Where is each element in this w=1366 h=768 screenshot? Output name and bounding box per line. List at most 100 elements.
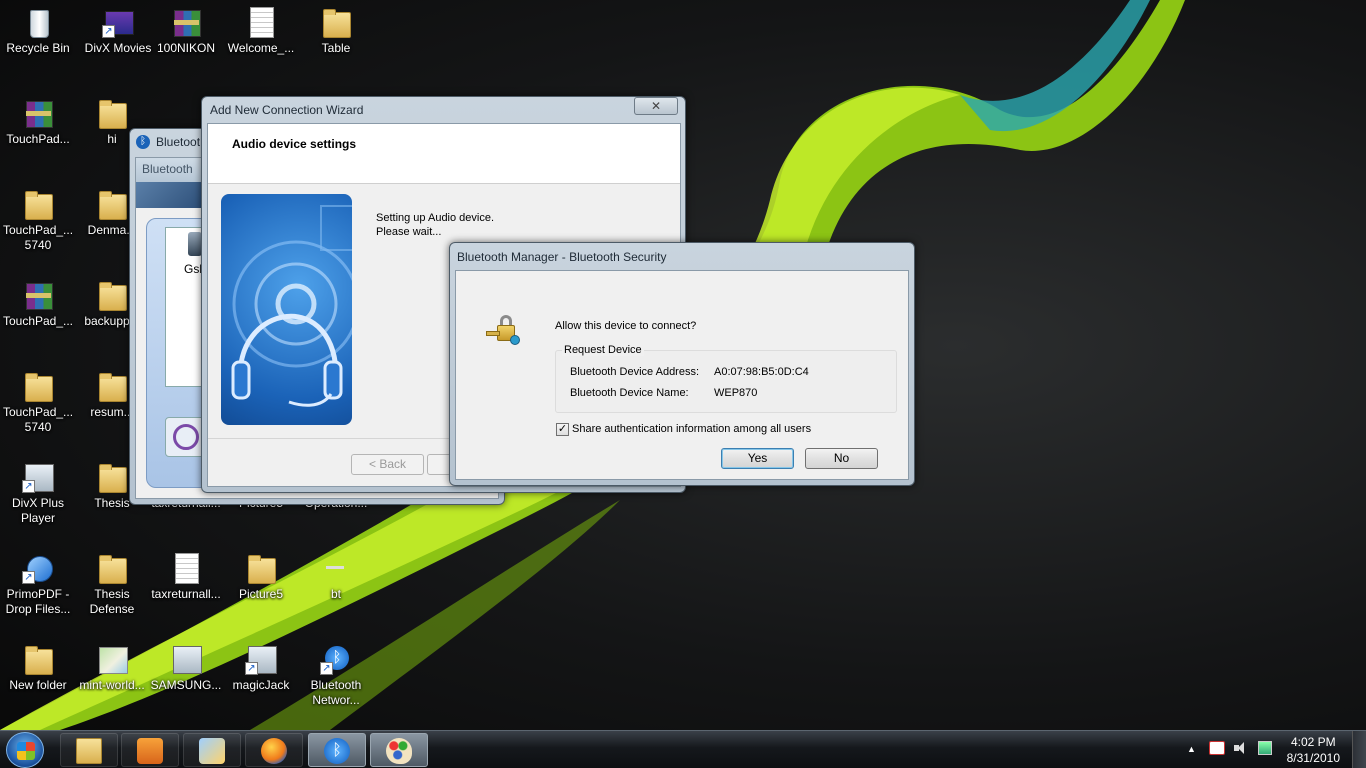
desktop-icon-divx-plus-player[interactable]: DivX Plus Player xyxy=(0,461,76,526)
desktop-icon-label: TouchPad_... 5740 xyxy=(3,405,74,434)
gmail-notifier-icon[interactable] xyxy=(1209,741,1225,755)
allow-question: Allow this device to connect? xyxy=(555,320,697,332)
divx-movies-icon xyxy=(102,6,134,38)
name-value: WEP870 xyxy=(714,387,758,399)
desktop-icon-recycle-bin[interactable]: Recycle Bin xyxy=(0,6,76,56)
desktop-icon-label: Bluetooth Networ... xyxy=(310,678,362,707)
folder-icon xyxy=(96,97,128,129)
desktop-icon-label: Picture5 xyxy=(238,587,284,601)
desktop-icon-touchpad-5740-a[interactable]: TouchPad_... 5740 xyxy=(0,188,76,253)
desktop-icon-label: taxreturnall... xyxy=(151,587,221,601)
desktop-icon-label: Thesis Defense xyxy=(89,587,135,616)
security-dialog[interactable]: Bluetooth Manager - Bluetooth Security A… xyxy=(449,242,915,486)
lock-key-icon xyxy=(486,313,522,349)
windows-logo-icon xyxy=(17,742,35,760)
name-label: Bluetooth Device Name: xyxy=(570,387,689,399)
clock[interactable]: 4:02 PM 8/31/2010 xyxy=(1287,734,1340,766)
desktop-icon-label: PrimoPDF - Drop Files... xyxy=(5,587,71,616)
desktop-icon-thesis-defense[interactable]: Thesis Defense xyxy=(74,552,150,617)
folder-icon xyxy=(22,370,54,402)
wizard-close-button[interactable]: ✕ xyxy=(634,97,678,115)
explorer-icon xyxy=(76,738,102,764)
desktop-icon-primopdf[interactable]: PrimoPDF - Drop Files... xyxy=(0,552,76,617)
address-value: A0:07:98:B5:0D:C4 xyxy=(714,366,809,378)
paint-palette-icon xyxy=(386,738,412,764)
no-button[interactable]: No xyxy=(805,448,878,469)
desktop-icon-samsung[interactable]: SAMSUNG... xyxy=(148,643,224,693)
desktop-icon-label: 100NIKON xyxy=(156,41,216,55)
device-icon xyxy=(188,232,202,256)
request-device-label: Request Device xyxy=(562,344,644,356)
desktop-icon-bt[interactable]: bt xyxy=(298,552,374,602)
show-desktop-button[interactable] xyxy=(1352,731,1366,768)
document-icon xyxy=(170,552,202,584)
share-checkbox-label[interactable]: Share authentication information among a… xyxy=(572,423,811,435)
tray-expand-arrow[interactable]: ▲ xyxy=(1187,744,1196,754)
broadcast-icon[interactable] xyxy=(165,417,205,457)
wizard-title: Add New Connection Wizard xyxy=(210,103,364,117)
wizard-heading: Audio device settings xyxy=(232,137,357,151)
wizard-status-line2: Please wait... xyxy=(376,226,442,238)
desktop-icon-magicjack[interactable]: magicJack xyxy=(223,643,299,693)
yes-button[interactable]: Yes xyxy=(721,448,794,469)
taskbar-bluetooth[interactable]: ᛒ xyxy=(308,733,366,767)
magicjack-icon xyxy=(245,643,277,675)
desktop-icon-label: bt xyxy=(330,587,341,601)
clock-time: 4:02 PM xyxy=(1290,735,1336,749)
image-icon xyxy=(96,643,128,675)
desktop-icon-divx-movies[interactable]: DivX Movies xyxy=(80,6,156,56)
folder-icon xyxy=(96,370,128,402)
desktop-icon-welcome[interactable]: Welcome_... xyxy=(223,6,299,56)
desktop-icon-label: Welcome_... xyxy=(227,41,295,55)
taskbar: ᛒ ▲ 4:02 PM 8/31/2010 xyxy=(0,730,1366,768)
headset-illustration xyxy=(221,194,352,425)
document-icon xyxy=(245,6,277,38)
address-label: Bluetooth Device Address: xyxy=(570,366,700,378)
desktop-icon-bluetooth-network[interactable]: Bluetooth Networ... xyxy=(298,643,374,708)
archive-icon xyxy=(22,97,54,129)
taskbar-explorer[interactable] xyxy=(60,733,118,767)
desktop-icon-label: Recycle Bin xyxy=(6,41,70,55)
desktop-icon-label: mint-world... xyxy=(79,678,145,692)
start-button[interactable] xyxy=(6,732,44,768)
clock-date: 8/31/2010 xyxy=(1286,751,1340,765)
share-checkbox[interactable]: ✓ xyxy=(556,423,569,436)
desktop-icon-label: TouchPad... xyxy=(6,132,70,146)
desktop-icon-table[interactable]: Table xyxy=(298,6,374,56)
primopdf-icon xyxy=(22,552,54,584)
recycle-bin-icon xyxy=(22,6,54,38)
desktop-icon-mint-world[interactable]: mint-world... xyxy=(74,643,150,693)
desktop-icon-taxreturnall[interactable]: taxreturnall... xyxy=(148,552,224,602)
desktop-icon-label: New folder xyxy=(9,678,67,692)
text-file-icon xyxy=(320,552,352,584)
desktop-icon-touchpad-2[interactable]: TouchPad_... xyxy=(0,279,76,329)
desktop-icon-touchpad-1[interactable]: TouchPad... xyxy=(0,97,76,147)
volume-icon[interactable] xyxy=(1234,741,1248,755)
taskbar-media-player[interactable] xyxy=(121,733,179,767)
wizard-header: Audio device settings xyxy=(208,124,680,184)
desktop-icon-label: SAMSUNG... xyxy=(150,678,222,692)
desktop-icon-new-folder[interactable]: New folder xyxy=(0,643,76,693)
paint-icon xyxy=(199,738,225,764)
network-icon[interactable] xyxy=(1258,741,1272,755)
window-title: Bluetoot xyxy=(156,135,201,149)
back-button[interactable]: < Back xyxy=(351,454,424,475)
bluetooth-icon: ᛒ xyxy=(324,738,350,764)
desktop-icon-label: DivX Movies xyxy=(84,41,152,55)
folder-icon xyxy=(96,279,128,311)
desktop-icon-label: TouchPad_... xyxy=(2,314,74,328)
desktop-icon-100nikon[interactable]: 100NIKON xyxy=(148,6,224,56)
taskbar-firefox[interactable] xyxy=(245,733,303,767)
headset-icon xyxy=(231,205,352,407)
archive-icon xyxy=(22,279,54,311)
desktop-icon-picture5[interactable]: Picture5 xyxy=(223,552,299,602)
taskbar-paint-palette[interactable] xyxy=(370,733,428,767)
folder-icon xyxy=(22,643,54,675)
folder-icon xyxy=(96,188,128,220)
media-player-icon xyxy=(137,738,163,764)
bluetooth-title-icon: ᛒ xyxy=(136,135,150,149)
taskbar-paint[interactable] xyxy=(183,733,241,767)
desktop-icon-label: magicJack xyxy=(232,678,290,692)
desktop-icon-touchpad-5740-b[interactable]: TouchPad_... 5740 xyxy=(0,370,76,435)
wizard-status-line1: Setting up Audio device. xyxy=(376,212,495,224)
